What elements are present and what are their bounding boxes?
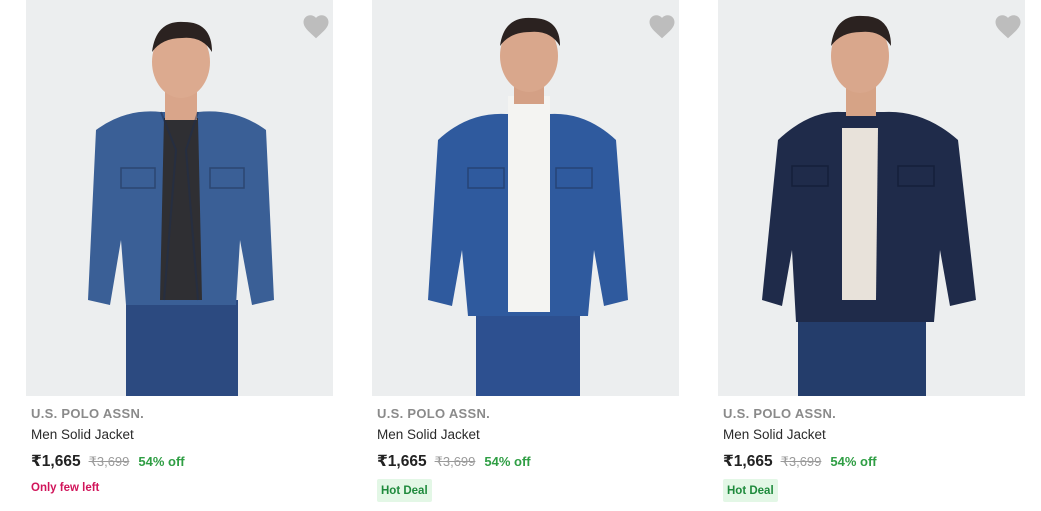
stock-tag: Only few left <box>31 482 100 494</box>
product-brand: U.S. POLO ASSN. <box>31 406 145 421</box>
hot-deal-badge: Hot Deal <box>377 479 432 502</box>
price-row: ₹1,665 ₹3,699 54% off <box>31 452 331 472</box>
product-info: U.S. POLO ASSN. Men Solid Jacket ₹1,665 … <box>377 405 677 502</box>
discount-label: 54% off <box>484 454 531 469</box>
product-title[interactable]: Men Solid Jacket <box>723 426 1023 444</box>
selling-price: ₹1,665 <box>377 453 427 470</box>
hot-deal-badge: Hot Deal <box>723 479 778 502</box>
price-row: ₹1,665 ₹3,699 54% off <box>723 452 1023 472</box>
product-image[interactable] <box>718 0 1025 396</box>
product-title[interactable]: Men Solid Jacket <box>31 426 331 444</box>
product-card[interactable]: U.S. POLO ASSN. Men Solid Jacket ₹1,665 … <box>718 0 1025 511</box>
product-image[interactable] <box>372 0 679 396</box>
heart-icon[interactable] <box>301 12 331 42</box>
original-price: ₹3,699 <box>434 454 476 469</box>
original-price: ₹3,699 <box>88 454 130 469</box>
product-brand: U.S. POLO ASSN. <box>377 406 491 421</box>
product-info: U.S. POLO ASSN. Men Solid Jacket ₹1,665 … <box>31 405 331 496</box>
selling-price: ₹1,665 <box>31 453 81 470</box>
product-card[interactable]: U.S. POLO ASSN. Men Solid Jacket ₹1,665 … <box>372 0 679 511</box>
heart-icon[interactable] <box>647 12 677 42</box>
original-price: ₹3,699 <box>780 454 822 469</box>
model-photo <box>372 0 679 396</box>
model-photo <box>718 0 1025 396</box>
discount-label: 54% off <box>830 454 877 469</box>
selling-price: ₹1,665 <box>723 453 773 470</box>
product-info: U.S. POLO ASSN. Men Solid Jacket ₹1,665 … <box>723 405 1023 502</box>
discount-label: 54% off <box>138 454 185 469</box>
heart-icon[interactable] <box>993 12 1023 42</box>
price-row: ₹1,665 ₹3,699 54% off <box>377 452 677 472</box>
product-title[interactable]: Men Solid Jacket <box>377 426 677 444</box>
product-card[interactable]: U.S. POLO ASSN. Men Solid Jacket ₹1,665 … <box>26 0 333 511</box>
model-photo <box>26 0 333 396</box>
product-image[interactable] <box>26 0 333 396</box>
product-brand: U.S. POLO ASSN. <box>723 406 837 421</box>
